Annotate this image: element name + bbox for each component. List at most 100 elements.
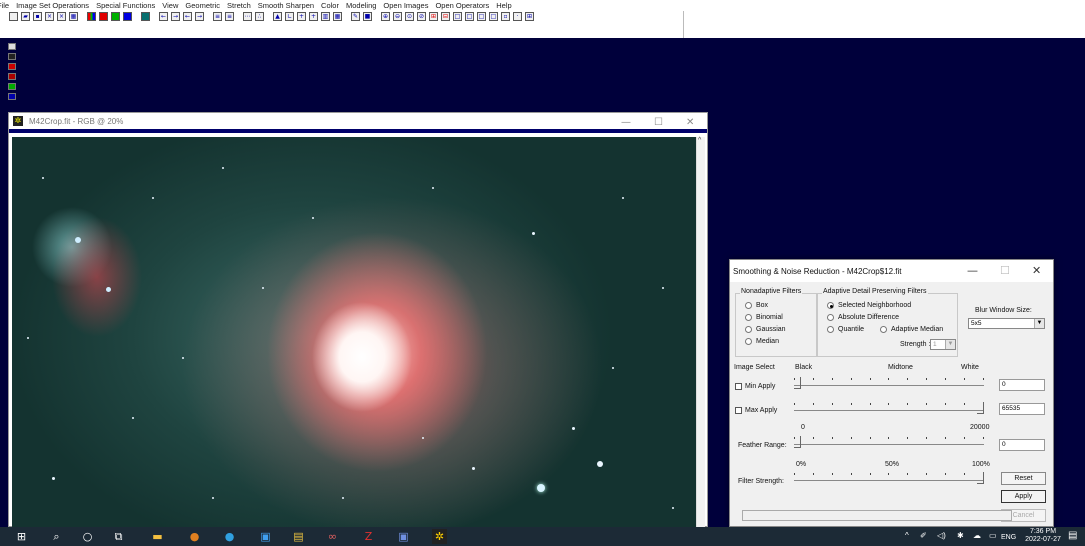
dotted-line-icon[interactable]: ⋯ bbox=[243, 12, 252, 21]
radio-gaussian[interactable]: Gaussian bbox=[745, 326, 786, 333]
zoom-fit-icon[interactable]: ⊘ bbox=[417, 12, 426, 21]
arrow-right-icon[interactable]: → bbox=[171, 12, 180, 21]
max-apply-checkbox[interactable]: Max Apply bbox=[735, 407, 777, 414]
scroll-up-icon[interactable]: ^ bbox=[698, 137, 701, 144]
max-apply-thumb[interactable] bbox=[977, 402, 984, 414]
close-all-icon[interactable]: × bbox=[57, 12, 66, 21]
close-button[interactable]: ✕ bbox=[686, 117, 694, 128]
tool-6-icon[interactable] bbox=[8, 93, 16, 100]
zoom-1-icon[interactable]: ⊙ bbox=[405, 12, 414, 21]
menu-file[interactable]: File bbox=[0, 1, 9, 10]
save-icon[interactable]: ▪ bbox=[33, 12, 42, 21]
menu-special-functions[interactable]: Special Functions bbox=[96, 1, 155, 10]
radio-selected-neighborhood[interactable]: Selected Neighborhood bbox=[827, 302, 911, 309]
image-window[interactable]: ✲ M42Crop.fit - RGB @ 20% — ☐ ✕ ^ bbox=[8, 112, 708, 528]
menu-image-set-operations[interactable]: Image Set Operations bbox=[16, 1, 89, 10]
reset-button[interactable]: Reset bbox=[1001, 472, 1046, 485]
filter-strength-slider[interactable] bbox=[794, 471, 984, 485]
dialog-close-button[interactable]: ✕ bbox=[1032, 264, 1041, 277]
menu-view[interactable]: View bbox=[162, 1, 178, 10]
zoom-minus-icon[interactable]: ⊟ bbox=[441, 12, 450, 21]
arrow-left-icon[interactable]: ← bbox=[159, 12, 168, 21]
menu-smooth-sharpen[interactable]: Smooth Sharpen bbox=[258, 1, 314, 10]
flip-vertical-icon[interactable]: ≡ bbox=[213, 12, 222, 21]
close-x-icon[interactable]: × bbox=[45, 12, 54, 21]
blur-window-select[interactable]: 5x5 ▼ bbox=[968, 318, 1045, 329]
min-apply-checkbox[interactable]: Min Apply bbox=[735, 383, 775, 390]
onedrive-icon[interactable]: ☁ bbox=[973, 531, 981, 540]
radio-binomial[interactable]: Binomial bbox=[745, 314, 783, 321]
volume-icon[interactable]: ◁) bbox=[937, 531, 946, 540]
arrow-left-2-icon[interactable]: ← bbox=[183, 12, 192, 21]
green-channel-icon[interactable] bbox=[111, 12, 120, 21]
stack-icon[interactable]: ▦ bbox=[333, 12, 342, 21]
cortana-icon[interactable]: ○ bbox=[80, 529, 95, 544]
file-explorer-icon[interactable]: ▬ bbox=[150, 529, 165, 544]
tool-5-icon[interactable] bbox=[8, 83, 16, 90]
red-channel-icon[interactable] bbox=[99, 12, 108, 21]
vertical-scrollbar[interactable]: ^ bbox=[696, 137, 705, 528]
dropbox-icon[interactable]: ✱ bbox=[957, 531, 964, 540]
histogram-icon[interactable]: ▲ bbox=[273, 12, 282, 21]
max-apply-slider[interactable] bbox=[794, 401, 984, 415]
window-icon[interactable]: ▦ bbox=[69, 12, 78, 21]
feather-range-slider[interactable] bbox=[794, 435, 984, 449]
frame-tiny-icon[interactable]: ▫ bbox=[501, 12, 510, 21]
menu-color[interactable]: Color bbox=[321, 1, 339, 10]
rgb-channels-icon[interactable] bbox=[87, 12, 96, 21]
frame-medium-icon[interactable]: □ bbox=[465, 12, 474, 21]
min-apply-field[interactable]: 0 bbox=[999, 379, 1045, 391]
crosshair-2-icon[interactable]: + bbox=[309, 12, 318, 21]
blue-channel-icon[interactable] bbox=[123, 12, 132, 21]
app-folder-icon[interactable]: ▤ bbox=[291, 529, 306, 544]
apply-button[interactable]: Apply bbox=[1001, 490, 1046, 503]
pen-icon[interactable]: ✐ bbox=[920, 531, 927, 540]
tool-3-icon[interactable] bbox=[8, 63, 16, 70]
open-folder-icon[interactable]: ▰ bbox=[21, 12, 30, 21]
scatter-icon[interactable]: ∴ bbox=[255, 12, 264, 21]
app-generic-icon[interactable]: ∞ bbox=[325, 529, 340, 544]
language-indicator[interactable]: ENG bbox=[1001, 534, 1016, 541]
task-view-icon[interactable]: ⧉ bbox=[111, 529, 126, 544]
astro-app-icon[interactable]: ✲ bbox=[432, 529, 447, 544]
dialog-minimize-button[interactable]: — bbox=[967, 264, 978, 277]
min-apply-thumb[interactable] bbox=[794, 377, 801, 389]
filezilla-icon[interactable]: Z bbox=[361, 529, 376, 544]
frame-smaller-icon[interactable]: □ bbox=[489, 12, 498, 21]
nebula-image[interactable] bbox=[12, 137, 697, 528]
image-window-titlebar[interactable]: ✲ M42Crop.fit - RGB @ 20% bbox=[9, 113, 707, 133]
radio-median[interactable]: Median bbox=[745, 338, 779, 345]
windows-start-icon[interactable]: ⊞ bbox=[14, 529, 29, 544]
grid-icon[interactable]: ▥ bbox=[321, 12, 330, 21]
feather-thumb[interactable] bbox=[794, 436, 801, 448]
radio-adaptive-median[interactable]: Adaptive Median bbox=[880, 326, 943, 333]
fill-icon[interactable]: ■ bbox=[363, 12, 372, 21]
crosshair-icon[interactable]: + bbox=[297, 12, 306, 21]
store-icon[interactable]: ▣ bbox=[258, 529, 273, 544]
curve-icon[interactable]: ∟ bbox=[285, 12, 294, 21]
max-apply-field[interactable]: 65535 bbox=[999, 403, 1045, 415]
tool-2-icon[interactable] bbox=[8, 53, 16, 60]
maximize-button[interactable]: ☐ bbox=[654, 117, 663, 128]
tool-1-icon[interactable] bbox=[8, 43, 16, 50]
radio-box[interactable]: Box bbox=[745, 302, 768, 309]
menu-stretch[interactable]: Stretch bbox=[227, 1, 251, 10]
zoom-in-icon[interactable]: ⊕ bbox=[381, 12, 390, 21]
radio-quantile[interactable]: Quantile bbox=[827, 326, 864, 333]
zoom-out-icon[interactable]: ⊖ bbox=[393, 12, 402, 21]
frame-dot-icon[interactable]: · bbox=[513, 12, 522, 21]
strength-select[interactable]: 1 ▼ bbox=[930, 339, 956, 350]
pencil-icon[interactable]: ✎ bbox=[351, 12, 360, 21]
flip-horizontal-icon[interactable]: ≡ bbox=[225, 12, 234, 21]
arrow-right-2-icon[interactable]: → bbox=[195, 12, 204, 21]
menu-help[interactable]: Help bbox=[496, 1, 511, 10]
feather-range-field[interactable]: 0 bbox=[999, 439, 1045, 451]
frame-small-icon[interactable]: □ bbox=[477, 12, 486, 21]
firefox-icon[interactable]: ● bbox=[187, 529, 202, 544]
radio-absolute-difference[interactable]: Absolute Difference bbox=[827, 314, 899, 321]
minimize-button[interactable]: — bbox=[621, 117, 631, 128]
zoom-plus-icon[interactable]: ⊞ bbox=[429, 12, 438, 21]
notifications-icon[interactable]: ▤ bbox=[1068, 530, 1077, 541]
network-icon[interactable]: ▭ bbox=[989, 531, 997, 540]
luminance-icon[interactable] bbox=[141, 12, 150, 21]
